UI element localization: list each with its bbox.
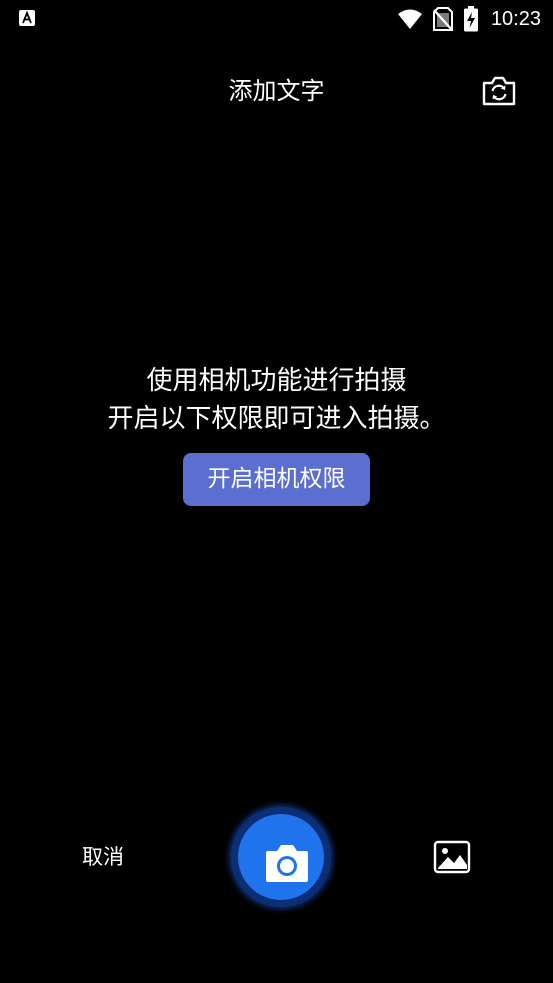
app-notification-icon (19, 10, 35, 26)
wifi-icon (397, 9, 422, 29)
enable-camera-permission-button[interactable]: 开启相机权限 (183, 453, 370, 506)
permission-message: 使用相机功能进行拍摄 开启以下权限即可进入拍摄。 (0, 362, 553, 438)
shutter-button[interactable] (231, 807, 331, 907)
status-time: 10:23 (490, 7, 541, 30)
battery-charging-icon (463, 6, 478, 32)
shutter-button-inner (238, 814, 324, 900)
camera-screen: 10:23 添加文字 使用相机功能进行拍摄 开启以下权限即可进入拍摄。 开启相机… (0, 0, 553, 983)
camera-switch-icon[interactable] (481, 73, 517, 109)
image-gallery-icon[interactable] (433, 840, 471, 874)
no-sim-icon (432, 7, 453, 31)
camera-icon (266, 845, 308, 882)
status-icons: 10:23 (397, 0, 541, 38)
page-title: 添加文字 (228, 77, 325, 105)
permission-message-line2: 开启以下权限即可进入拍摄。 (107, 404, 446, 434)
cancel-button[interactable]: 取消 (82, 842, 124, 872)
status-bar: 10:23 (0, 0, 553, 38)
permission-message-line1: 使用相机功能进行拍摄 (146, 366, 407, 396)
